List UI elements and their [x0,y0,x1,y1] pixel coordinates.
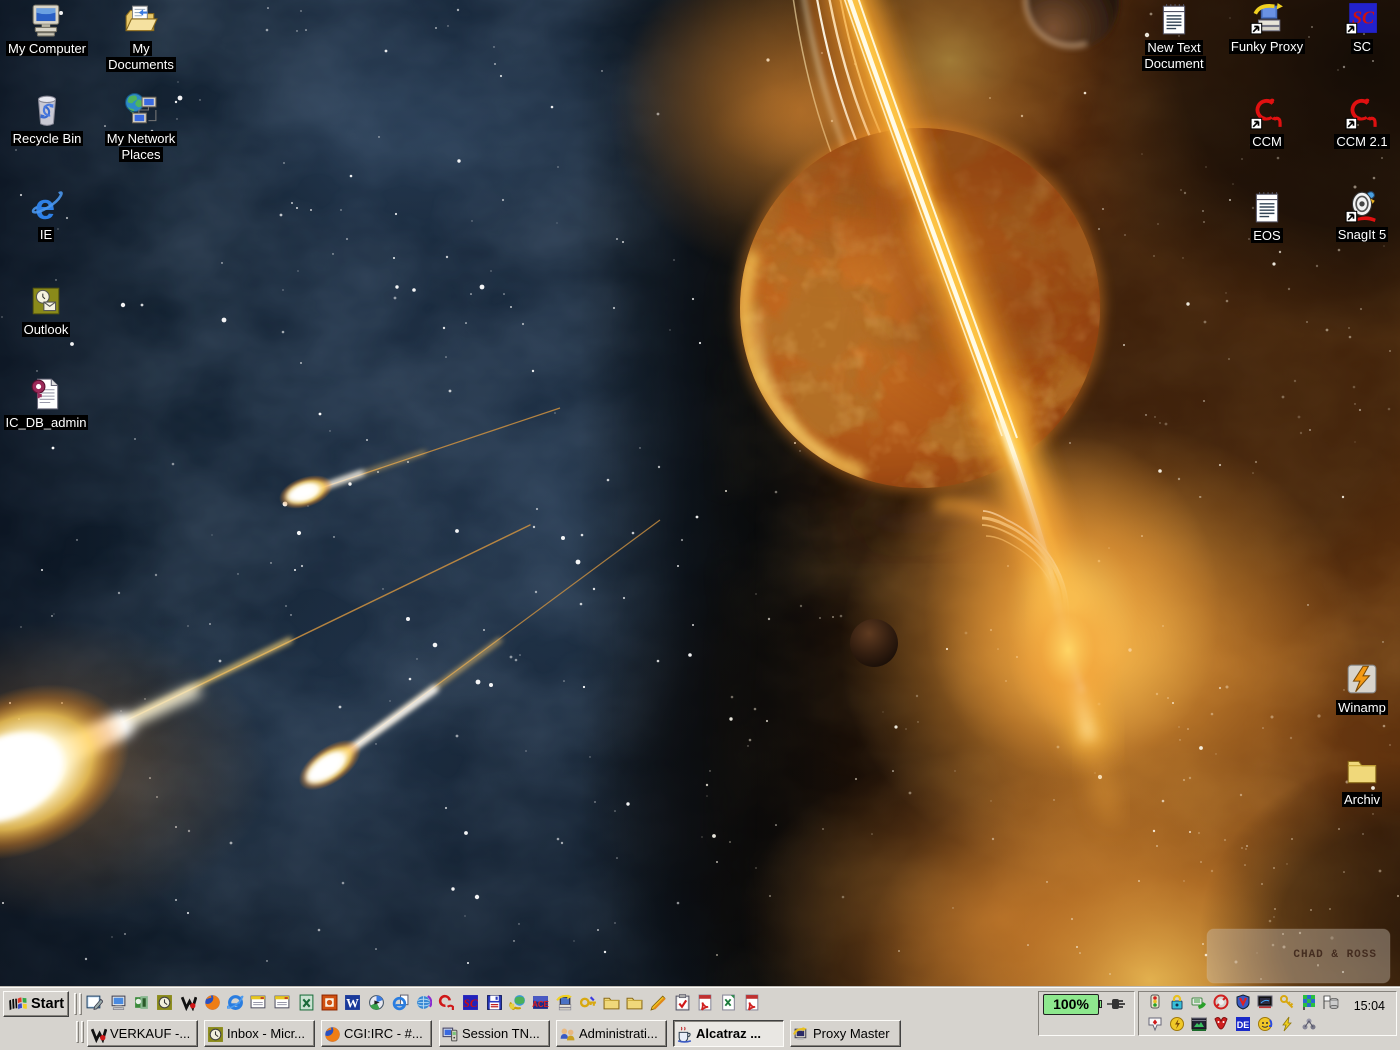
svg-text:ACE: ACE [532,1000,549,1009]
svg-text:W: W [346,996,359,1010]
svg-text:DE: DE [1237,1020,1250,1030]
svg-text:SC: SC [463,997,477,1010]
svg-text:CHAD & ROSS: CHAD & ROSS [1293,949,1377,961]
